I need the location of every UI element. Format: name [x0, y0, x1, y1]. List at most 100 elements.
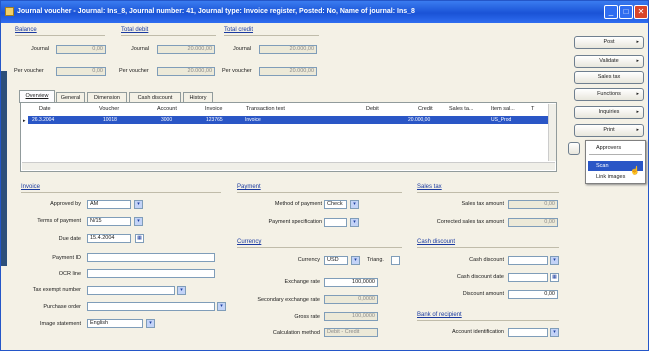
cash-discount-label: Cash discount — [469, 257, 504, 263]
column-header-debit[interactable]: Debit — [366, 106, 379, 112]
method-of-payment-lookup-icon[interactable]: ▾ — [350, 200, 359, 209]
cell-voucher: 10018 — [103, 117, 117, 123]
print-button-label: Print — [603, 127, 615, 133]
tax-exempt-number-field[interactable] — [87, 286, 175, 295]
tax-exempt-lookup-icon[interactable]: ▾ — [177, 286, 186, 295]
sales-tax-amount-label: Sales tax amount — [461, 201, 505, 207]
total-credit-journal-field: 20.000,00 — [259, 45, 317, 54]
cell-item-sales: US_Prod — [491, 117, 512, 123]
approved-by-lookup-icon[interactable]: ▾ — [134, 200, 143, 209]
approved-by-field[interactable]: AM — [87, 200, 131, 209]
balance-journal-label: Journal — [31, 46, 50, 52]
discount-amount-field[interactable]: 0,00 — [508, 290, 558, 299]
secondary-exchange-rate-label: Secondary exchange rate — [257, 297, 320, 303]
column-header-voucher[interactable]: Voucher — [99, 106, 119, 112]
image-statement-field[interactable]: English — [87, 319, 143, 328]
payment-specification-label: Payment specification — [268, 219, 323, 225]
inquiries-arrow-icon: ▸ — [636, 109, 639, 115]
gross-rate-label: Gross rate — [294, 314, 320, 320]
sales-tax-button-label: Sales tax — [597, 74, 621, 80]
sales-tax-button[interactable]: Sales tax — [574, 71, 644, 84]
close-icon[interactable]: ✕ — [634, 5, 648, 19]
cash-discount-field[interactable] — [508, 256, 548, 265]
currency-divider — [237, 247, 402, 248]
journal-voucher-window: Journal voucher - Journal: Ins_8, Journa… — [0, 0, 649, 351]
total-credit-journal-label: Journal — [233, 46, 252, 52]
currency-field[interactable]: USD — [324, 256, 348, 265]
purchase-order-lookup-icon[interactable]: ▾ — [217, 302, 226, 311]
ocr-line-field[interactable] — [87, 269, 215, 278]
functions-button-label: Functions — [597, 91, 621, 97]
column-header-invoice[interactable]: Invoice — [205, 106, 222, 112]
validate-arrow-icon: ▸ — [636, 58, 639, 64]
grid-horizontal-scrollbar[interactable] — [22, 162, 555, 170]
maximize-icon[interactable]: □ — [619, 5, 633, 19]
calculation-method-field: Debit - Credit — [324, 328, 378, 337]
column-header-date[interactable]: Date — [39, 106, 51, 112]
cell-account: 3000 — [161, 117, 173, 123]
exchange-rate-field[interactable]: 100,0000 — [324, 278, 378, 287]
due-date-label: Due date — [58, 236, 81, 242]
approved-by-label: Approved by — [50, 201, 81, 207]
inquiries-button[interactable]: Inquiries ▸ — [574, 106, 644, 119]
desktop-background-edge — [1, 71, 7, 266]
bank-of-recipient-heading: Bank of recipient — [417, 312, 462, 318]
currency-label: Currency — [297, 257, 320, 263]
account-identification-field[interactable] — [508, 328, 548, 337]
total-debit-per-voucher-label: Per voucher — [119, 68, 149, 74]
print-arrow-icon: ▸ — [636, 127, 639, 133]
payment-divider — [237, 192, 402, 193]
column-header-sales-tax[interactable]: Sales ta... — [449, 106, 473, 112]
column-header-credit[interactable]: Credit — [418, 106, 433, 112]
triang-label: Triang. — [367, 257, 384, 263]
post-button-label: Post — [603, 39, 615, 45]
method-of-payment-field[interactable]: Check — [324, 200, 347, 209]
triang-checkbox[interactable] — [391, 256, 400, 265]
menu-separator — [589, 154, 642, 155]
image-statement-dropdown-icon[interactable]: ▾ — [146, 319, 155, 328]
total-credit-per-voucher-label: Per voucher — [222, 68, 252, 74]
validate-button[interactable]: Validate ▸ — [574, 55, 644, 68]
due-date-field[interactable]: 15.4.2004 — [87, 234, 131, 243]
approvers-button-edge[interactable] — [568, 142, 580, 155]
terms-of-payment-label: Terms of payment — [37, 218, 81, 224]
post-button[interactable]: Post ▸ — [574, 36, 644, 49]
terms-of-payment-lookup-icon[interactable]: ▾ — [134, 217, 143, 226]
functions-arrow-icon: ▸ — [636, 91, 639, 97]
column-header-item-sales[interactable]: Item sal... — [491, 106, 515, 112]
cash-discount-date-field[interactable] — [508, 273, 548, 282]
bank-divider — [417, 320, 559, 321]
calendar-icon[interactable]: ▦ — [135, 234, 144, 243]
account-identification-lookup-icon[interactable]: ▾ — [550, 328, 559, 337]
functions-button[interactable]: Functions ▸ — [574, 88, 644, 101]
currency-lookup-icon[interactable]: ▾ — [351, 256, 360, 265]
journal-icon — [5, 7, 14, 16]
total-debit-divider — [121, 35, 216, 36]
column-header-t[interactable]: T — [531, 106, 534, 112]
payment-specification-lookup-icon[interactable]: ▾ — [350, 218, 359, 227]
cash-discount-calendar-icon[interactable]: ▦ — [550, 273, 559, 282]
payment-id-field[interactable] — [87, 253, 215, 262]
voucher-lines-grid[interactable]: Date Voucher Account Invoice Transaction… — [20, 102, 557, 172]
balance-per-voucher-field: 0,00 — [56, 67, 106, 76]
grid-vertical-scrollbar[interactable] — [548, 104, 556, 161]
sales-tax-amount-field: 0,00 — [508, 200, 558, 209]
print-button[interactable]: Print ▸ — [574, 124, 644, 137]
balance-per-voucher-label: Per voucher — [14, 68, 44, 74]
table-row[interactable]: 26.3.2004 10018 3000 123765 Invoice 20.0… — [28, 116, 549, 124]
sales-tax-divider — [417, 192, 559, 193]
discount-amount-label: Discount amount — [462, 291, 504, 297]
payment-id-label: Payment ID — [52, 255, 81, 261]
gross-rate-field: 100,0000 — [324, 312, 378, 321]
validate-button-label: Validate — [599, 58, 619, 64]
cash-discount-lookup-icon[interactable]: ▾ — [550, 256, 559, 265]
payment-heading: Payment — [237, 184, 261, 190]
purchase-order-field[interactable] — [87, 302, 215, 311]
menu-item-approvers[interactable]: Approvers — [588, 143, 643, 153]
column-header-account[interactable]: Account — [157, 106, 177, 112]
corrected-sales-tax-label: Corrected sales tax amount — [436, 219, 504, 225]
terms-of-payment-field[interactable]: N/15 — [87, 217, 131, 226]
column-header-transaction-text[interactable]: Transaction text — [246, 106, 285, 112]
minimize-icon[interactable]: _ — [604, 5, 618, 19]
payment-specification-field[interactable] — [324, 218, 347, 227]
